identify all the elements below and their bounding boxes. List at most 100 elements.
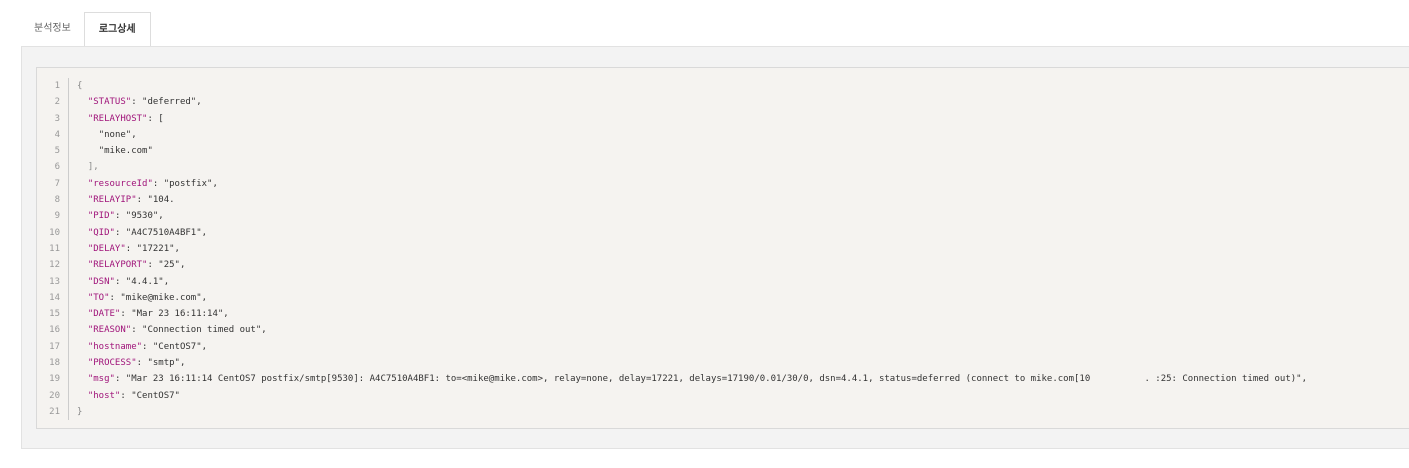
- code-text: ],: [71, 159, 99, 175]
- code-line: 9 "PID": "9530",: [37, 208, 1307, 225]
- code-text: "RELAYIP": "104.: [71, 192, 175, 208]
- code-line: 3 "RELAYHOST": [: [37, 110, 1307, 127]
- json-key: "resourceId": [87, 178, 153, 189]
- code-line: 1{: [37, 78, 1307, 95]
- code-text: "QID": "A4C7510A4BF1",: [71, 225, 207, 241]
- json-value: "none",: [98, 129, 137, 140]
- line-number: 10: [37, 224, 69, 241]
- code-line: 7 "resourceId": "postfix",: [37, 175, 1307, 193]
- code-text: {: [71, 78, 82, 94]
- code-text: "host": "CentOS7": [71, 388, 180, 404]
- code-line: 2 "STATUS": "deferred",: [37, 94, 1307, 111]
- line-number: 7: [37, 175, 69, 193]
- json-value: : "9530",: [114, 211, 164, 222]
- json-value: : "17221",: [125, 243, 180, 254]
- code-text: "msg": "Mar 23 16:11:14 CentOS7 postfix/…: [71, 371, 1307, 387]
- json-key: "PID": [87, 211, 115, 222]
- code-line: 17 "hostname": "CentOS7",: [37, 338, 1307, 356]
- line-number: 19: [37, 371, 69, 388]
- tab-analysis-info[interactable]: 분석정보: [21, 12, 84, 46]
- json-code-viewer[interactable]: 1{2 "STATUS": "deferred", 3 "RELAYHOST": …: [36, 67, 1409, 429]
- code-text: "PROCESS": "smtp",: [71, 355, 186, 371]
- code-line: 10 "QID": "A4C7510A4BF1",: [37, 224, 1307, 241]
- code-text: "hostname": "CentOS7",: [71, 339, 207, 355]
- line-number: 5: [37, 143, 69, 160]
- code-line: 21}: [37, 403, 1307, 421]
- json-key: "RELAYHOST": [87, 113, 148, 124]
- code-line: 19 "msg": "Mar 23 16:11:14 CentOS7 postf…: [37, 371, 1307, 388]
- code-line: 14 "TO": "mike@mike.com",: [37, 289, 1307, 307]
- code-line: 13 "DSN": "4.4.1",: [37, 273, 1307, 290]
- json-key: "QID": [87, 227, 115, 238]
- json-value: : "25",: [147, 260, 186, 271]
- line-number: 13: [37, 273, 69, 290]
- code-text: "DATE": "Mar 23 16:11:14",: [71, 306, 229, 322]
- json-value: : "deferred",: [131, 97, 202, 108]
- code-text: "RELAYHOST": [: [71, 111, 164, 127]
- tab-log-detail[interactable]: 로그상세: [83, 12, 151, 47]
- code-line: 5 "mike.com": [37, 143, 1307, 160]
- json-value: "mike.com": [98, 146, 153, 157]
- line-number: 18: [37, 355, 69, 372]
- code-text: "PID": "9530",: [71, 208, 164, 224]
- json-value: : "A4C7510A4BF1",: [114, 227, 208, 238]
- json-key: "DSN": [87, 276, 115, 287]
- json-value: : "CentOS7",: [142, 341, 208, 352]
- line-number: 11: [37, 240, 69, 258]
- json-key: "PROCESS": [87, 358, 137, 369]
- line-number: 17: [37, 338, 69, 356]
- json-key: "msg": [87, 374, 115, 385]
- line-number: 14: [37, 289, 69, 307]
- code-line: 12 "RELAYPORT": "25",: [37, 257, 1307, 274]
- json-key: "STATUS": [87, 97, 132, 108]
- json-key: "RELAYIP": [87, 195, 137, 206]
- code-line: 20 "host": "CentOS7": [37, 387, 1307, 404]
- code-line: 16 "REASON": "Connection timed out",: [37, 322, 1307, 339]
- json-value: : "104.: [136, 195, 175, 206]
- json-value: : "CentOS7": [120, 390, 180, 401]
- code-line: 8 "RELAYIP": "104.: [37, 192, 1307, 209]
- code-text: "DELAY": "17221",: [71, 241, 180, 257]
- code-text: "none",: [71, 127, 137, 143]
- json-value: ],: [87, 162, 99, 173]
- line-number: 16: [37, 322, 69, 339]
- code-line: 18 "PROCESS": "smtp",: [37, 355, 1307, 372]
- json-value: }: [77, 406, 83, 417]
- tab-bar: 분석정보 로그상세: [21, 12, 151, 47]
- code-text: }: [71, 404, 82, 420]
- line-number: 2: [37, 94, 69, 111]
- line-number: 21: [37, 403, 69, 421]
- line-number: 1: [37, 78, 69, 95]
- tab-panel: 1{2 "STATUS": "deferred", 3 "RELAYHOST": …: [21, 46, 1409, 449]
- code-text: "DSN": "4.4.1",: [71, 274, 169, 290]
- json-value: : "Connection timed out",: [131, 325, 267, 336]
- code-text: "TO": "mike@mike.com",: [71, 290, 207, 306]
- json-value: : "Mar 23 16:11:14",: [120, 309, 229, 320]
- code-text: "mike.com": [71, 143, 153, 159]
- code-text: "RELAYPORT": "25",: [71, 257, 186, 273]
- json-key: "RELAYPORT": [87, 260, 148, 271]
- code-text: "REASON": "Connection timed out",: [71, 322, 267, 338]
- json-value: : "Mar 23 16:11:14 CentOS7 postfix/smtp[…: [114, 374, 1307, 385]
- line-number: 3: [37, 110, 69, 127]
- json-key: "DATE": [87, 309, 121, 320]
- json-value: : [: [147, 113, 164, 124]
- json-value: : "postfix",: [152, 178, 218, 189]
- json-key: "REASON": [87, 325, 132, 336]
- code-line: 4 "none",: [37, 126, 1307, 144]
- json-value: : "4.4.1",: [114, 276, 170, 287]
- code-line: 15 "DATE": "Mar 23 16:11:14",: [37, 306, 1307, 323]
- code-lines: 1{2 "STATUS": "deferred", 3 "RELAYHOST": …: [37, 78, 1307, 421]
- json-key: "TO": [87, 292, 110, 303]
- json-key: "host": [87, 390, 121, 401]
- line-number: 9: [37, 208, 69, 225]
- json-value: : "smtp",: [136, 358, 186, 369]
- code-text: "STATUS": "deferred",: [71, 94, 202, 110]
- code-text: "resourceId": "postfix",: [71, 176, 218, 192]
- line-number: 15: [37, 306, 69, 323]
- code-line: 6 ],: [37, 159, 1307, 176]
- line-number: 12: [37, 257, 69, 274]
- line-number: 20: [37, 387, 69, 404]
- line-number: 8: [37, 192, 69, 209]
- json-value: : "mike@mike.com",: [109, 292, 208, 303]
